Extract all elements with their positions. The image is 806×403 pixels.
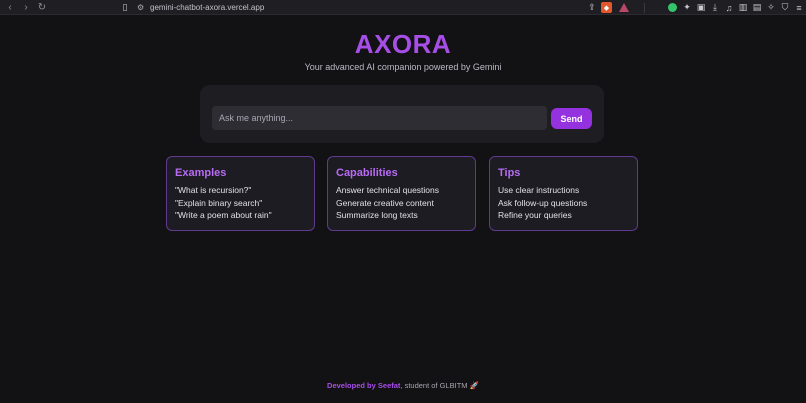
vpn-shield-icon[interactable]: ⛉ <box>778 0 792 15</box>
music-icon[interactable]: ♫ <box>722 0 736 15</box>
page-title: AXORA <box>354 29 452 59</box>
example-item[interactable]: "Explain binary search" <box>175 197 314 210</box>
puzzle-icon[interactable]: ✦ <box>680 0 694 15</box>
back-icon[interactable]: ‹ <box>2 0 18 15</box>
download-icon[interactable]: ⤓ <box>708 0 722 15</box>
browser-toolbar: ‹ › ↻ ▯ ⚙ gemini-chatbot-axora.vercel.ap… <box>0 0 806 15</box>
card-title: Tips <box>498 167 521 179</box>
rocket-icon: 🚀 <box>469 381 479 390</box>
tip-item: Ask follow-up questions <box>498 197 588 208</box>
example-item[interactable]: "What is recursion?" <box>175 184 314 197</box>
developer-credit: Developed by Seefat <box>327 381 401 390</box>
chat-panel: Send <box>200 85 604 143</box>
forward-icon[interactable]: › <box>18 0 34 15</box>
extension-green-icon[interactable] <box>668 3 677 12</box>
app-page: AXORA Your advanced AI companion powered… <box>0 15 806 403</box>
capability-item: Answer technical questions <box>336 185 440 195</box>
page-subtitle: Your advanced AI companion powered by Ge… <box>304 62 502 72</box>
examples-card: Examples "What is recursion?" "Explain b… <box>166 156 315 231</box>
capability-item: Generate creative content <box>336 197 434 208</box>
leo-ai-icon[interactable]: ✧ <box>764 0 778 15</box>
example-item[interactable]: "Write a poem about rain" <box>175 209 314 222</box>
share-icon[interactable]: ⇪ <box>585 0 599 15</box>
tip-item: Use clear instructions <box>498 185 580 195</box>
screenshot-icon[interactable]: ▣ <box>694 0 708 15</box>
capabilities-card: Capabilities Answer technical questions … <box>327 156 476 231</box>
sidebar-icon[interactable]: ▥ <box>736 0 750 15</box>
tips-card: Tips Use clear instructions Ask follow-u… <box>489 156 638 231</box>
bookmark-icon[interactable]: ▯ <box>119 2 131 13</box>
address-bar[interactable]: gemini-chatbot-axora.vercel.app <box>150 3 264 12</box>
footer: Developed by Seefat, student of GLBITM 🚀 <box>0 381 806 390</box>
send-button[interactable]: Send <box>551 108 592 129</box>
card-title: Examples <box>175 167 227 179</box>
brave-rewards-icon[interactable] <box>619 3 629 12</box>
tip-item: Refine your queries <box>498 210 572 220</box>
site-settings-icon[interactable]: ⚙ <box>137 3 147 12</box>
card-title: Capabilities <box>336 167 398 179</box>
menu-icon[interactable]: ≡ <box>792 0 806 15</box>
brave-shields-icon[interactable]: ◆ <box>601 2 612 13</box>
chat-input[interactable] <box>212 106 547 130</box>
wallet-icon[interactable]: ▤ <box>750 0 764 15</box>
reload-icon[interactable]: ↻ <box>34 0 50 15</box>
footer-text: , student of GLBITM <box>400 381 470 390</box>
capability-item: Summarize long texts <box>336 210 418 220</box>
toolbar-divider <box>644 2 645 13</box>
